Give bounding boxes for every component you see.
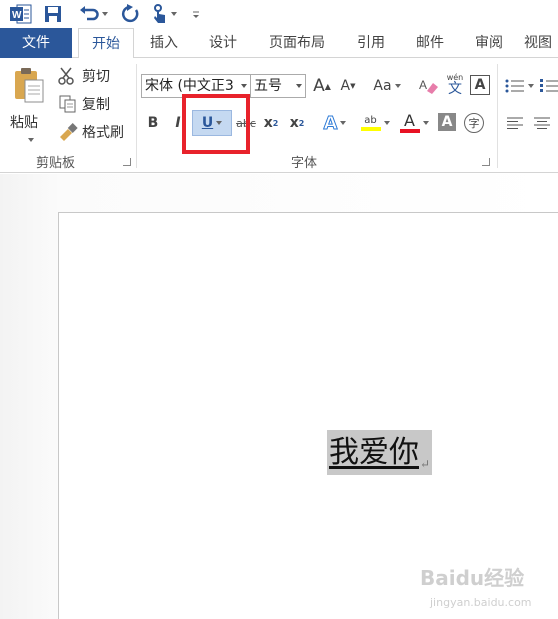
font-name-value: 宋体 (中文正3 bbox=[145, 78, 234, 94]
paste-dropdown-icon bbox=[28, 138, 34, 142]
font-launcher-icon[interactable] bbox=[482, 158, 490, 166]
text-effects-icon: A bbox=[323, 112, 338, 134]
format-painter-button[interactable]: 格式刷 bbox=[58, 120, 124, 144]
font-size-combo[interactable]: 五号 bbox=[250, 74, 306, 98]
word-logo-icon[interactable]: W bbox=[8, 3, 34, 25]
scissors-icon bbox=[58, 67, 74, 85]
numbering-button[interactable] bbox=[540, 74, 558, 98]
copy-label: 复制 bbox=[82, 97, 110, 113]
highlight-label: ab bbox=[364, 115, 377, 126]
touch-mode-icon[interactable] bbox=[148, 3, 180, 25]
change-case-button[interactable]: Aa bbox=[370, 74, 404, 98]
italic-icon: I bbox=[175, 115, 181, 131]
font-color-label: A bbox=[404, 111, 415, 130]
format-painter-label: 格式刷 bbox=[82, 125, 124, 141]
enclose-characters-icon: 字 bbox=[468, 117, 480, 130]
tab-references[interactable]: 引用 bbox=[348, 28, 394, 58]
customize-icon[interactable] bbox=[190, 3, 202, 25]
cut-button[interactable]: 剪切 bbox=[58, 64, 110, 88]
clipboard-group-label: 剪贴板 bbox=[36, 156, 76, 171]
font-group-label: 字体 bbox=[291, 156, 318, 171]
tab-mailings[interactable]: 邮件 bbox=[406, 28, 454, 58]
shrink-font-icon: A bbox=[340, 78, 351, 94]
format-painter-icon bbox=[60, 123, 78, 141]
shrink-font-button[interactable]: A ▼ bbox=[337, 74, 359, 98]
grow-font-button[interactable]: A ▲ bbox=[311, 74, 333, 98]
grow-font-icon: A bbox=[313, 76, 325, 96]
tab-file[interactable]: 文件 bbox=[0, 28, 72, 58]
subscript-index: 2 bbox=[272, 118, 279, 128]
ribbon-tab-bar: 文件 开始 插入 设计 页面布局 引用 邮件 审阅 视图 bbox=[0, 28, 558, 59]
font-color-icon: A bbox=[399, 111, 420, 133]
clipboard-launcher-icon[interactable] bbox=[123, 158, 131, 166]
copy-icon bbox=[59, 95, 76, 113]
clear-formatting-button[interactable]: A bbox=[418, 74, 440, 98]
chevron-down-icon bbox=[241, 84, 247, 88]
undo-icon[interactable] bbox=[76, 3, 110, 25]
paste-label: 粘贴 bbox=[10, 115, 38, 131]
group-divider bbox=[136, 64, 137, 168]
phonetic-guide-button[interactable]: wén 文 bbox=[443, 70, 467, 100]
character-shading-icon: A bbox=[441, 114, 453, 130]
tab-layout[interactable]: 页面布局 bbox=[258, 28, 336, 58]
paste-icon bbox=[15, 68, 44, 103]
group-divider bbox=[497, 64, 498, 168]
align-center-icon bbox=[534, 117, 550, 129]
text-effects-button[interactable]: A bbox=[318, 111, 352, 135]
highlighter-icon: ab bbox=[360, 115, 381, 131]
tab-review[interactable]: 审阅 bbox=[466, 28, 512, 58]
font-color-button[interactable]: A bbox=[396, 111, 432, 135]
tab-insert[interactable]: 插入 bbox=[140, 28, 188, 58]
redo-icon[interactable] bbox=[120, 3, 142, 25]
character-border-button[interactable]: A bbox=[470, 75, 490, 95]
superscript-button[interactable]: x2 bbox=[287, 111, 307, 135]
bold-button[interactable]: B bbox=[144, 111, 162, 135]
cut-label: 剪切 bbox=[82, 69, 110, 85]
change-case-icon: Aa bbox=[373, 78, 392, 94]
tab-view[interactable]: 视图 bbox=[524, 28, 558, 58]
copy-button[interactable]: 复制 bbox=[58, 92, 110, 116]
eraser-icon: A bbox=[419, 78, 438, 94]
enclose-characters-button[interactable]: 字 bbox=[464, 113, 484, 133]
paragraph-mark-icon: ↵ bbox=[420, 457, 431, 471]
tab-design[interactable]: 设计 bbox=[200, 28, 246, 58]
align-center-button[interactable] bbox=[532, 111, 552, 135]
paste-button[interactable]: 粘贴 bbox=[8, 64, 50, 148]
document-text: 我爱你 bbox=[329, 435, 419, 470]
ribbon-home: 粘贴 剪切 复制 格式刷 剪贴板 宋体 (中文正3 五号 A ▲ A ▼ Aa … bbox=[0, 58, 558, 173]
character-shading-button[interactable]: A bbox=[438, 113, 456, 131]
character-border-icon: A bbox=[474, 77, 486, 93]
selected-text[interactable]: 我爱你↵ bbox=[327, 430, 433, 475]
chevron-down-icon bbox=[296, 84, 302, 88]
bold-icon: B bbox=[147, 115, 159, 131]
superscript-index: 2 bbox=[298, 118, 305, 128]
numbered-list-icon bbox=[540, 79, 558, 92]
quick-access-toolbar: W bbox=[0, 0, 558, 28]
svg-text:W: W bbox=[12, 10, 22, 21]
tab-home[interactable]: 开始 bbox=[78, 28, 134, 59]
superscript-base: x bbox=[289, 115, 299, 131]
highlight-button[interactable]: ab bbox=[356, 111, 394, 135]
annotation-highlight-box bbox=[182, 94, 250, 154]
bullet-list-icon bbox=[505, 79, 524, 93]
subscript-button[interactable]: x2 bbox=[261, 111, 281, 135]
document-page[interactable] bbox=[58, 212, 558, 619]
save-icon[interactable] bbox=[42, 3, 64, 25]
phonetic-bottom: 文 bbox=[448, 81, 462, 97]
watermark-url: jingyan.baidu.com bbox=[430, 596, 532, 609]
font-size-value: 五号 bbox=[254, 78, 282, 94]
watermark-logo: Baidu经验 bbox=[420, 566, 525, 590]
bullets-button[interactable] bbox=[502, 74, 536, 98]
svg-text:A: A bbox=[419, 78, 427, 92]
align-left-icon bbox=[507, 117, 523, 129]
align-left-button[interactable] bbox=[505, 111, 525, 135]
subscript-base: x bbox=[263, 115, 273, 131]
